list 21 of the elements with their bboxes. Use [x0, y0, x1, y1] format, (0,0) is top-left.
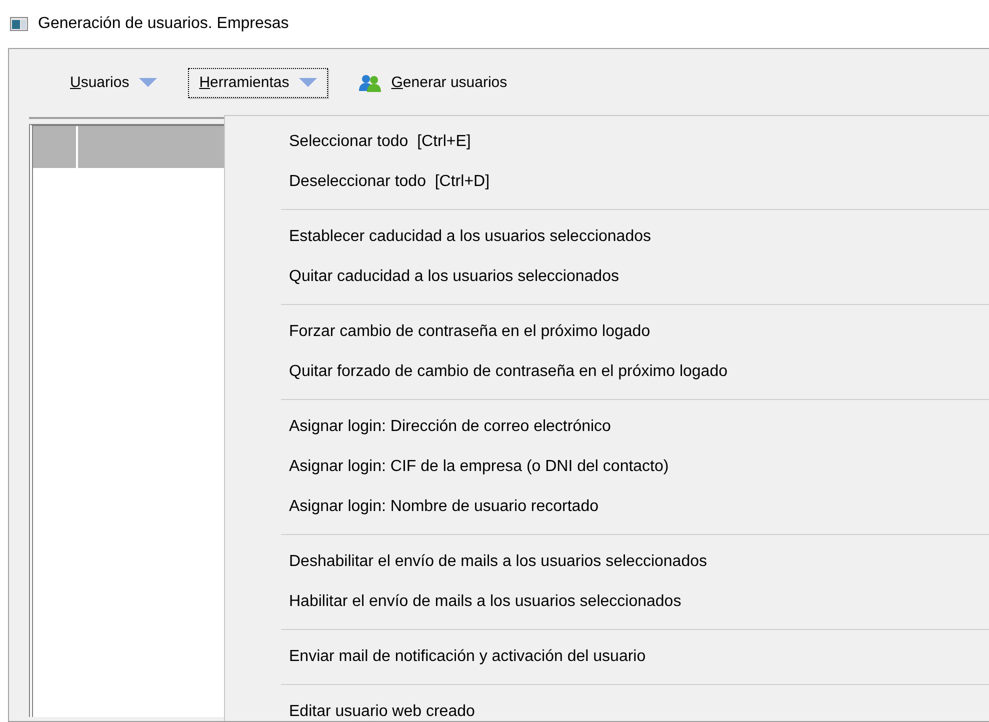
menu-item[interactable]: Asignar login: CIF de la empresa (o DNI del contacto) [225, 447, 989, 487]
menu-item[interactable]: Forzar cambio de contraseña en el próximo logado [225, 312, 989, 352]
caret-icon [139, 78, 158, 88]
users-icon [359, 74, 382, 92]
toolbar-button[interactable]: Generar usuarios [348, 68, 518, 98]
menu-item[interactable]: Quitar forzado de cambio de contraseña en el próximo logado [225, 352, 989, 392]
menu-item[interactable]: Asignar login: Dirección de correo electrónico [225, 407, 989, 447]
window-title: Generación de usuarios. Empresas [38, 14, 289, 34]
menu-item[interactable]: Deshabilitar el envío de mails a los usuarios seleccionados [225, 542, 989, 582]
menu-item[interactable]: Editar usuario web creado [225, 692, 989, 721]
menu-item[interactable]: Quitar caducidad a los usuarios seleccionados [225, 257, 989, 297]
menu-button[interactable]: Herramientas [188, 68, 328, 98]
menu-button[interactable]: Usuarios [59, 68, 168, 98]
menu-item[interactable]: Seleccionar todo [Ctrl+E] [225, 122, 989, 162]
menu-item[interactable]: Establecer caducidad a los usuarios seleccionados [225, 217, 989, 257]
menu-item[interactable]: Enviar mail de notificación y activación del usuario [225, 637, 989, 677]
menu-item[interactable]: Asignar login: Nombre de usuario recortado [225, 487, 989, 527]
menu-item[interactable]: Habilitar el envío de mails a los usuarios seleccionados [225, 582, 989, 622]
caret-icon [299, 78, 318, 88]
app-icon [10, 17, 28, 31]
menu-item[interactable]: Deseleccionar todo [Ctrl+D] [225, 162, 989, 202]
